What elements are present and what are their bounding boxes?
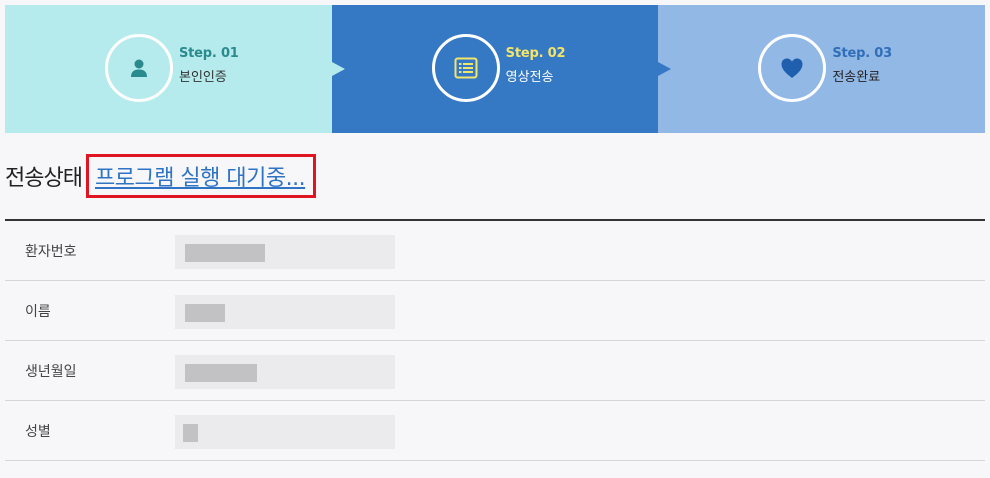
step-circle: [758, 34, 827, 102]
step-arrow: [658, 62, 672, 76]
step-label: 전송완료: [832, 70, 881, 85]
step-transfer-complete: Step. 03 전송완료: [658, 5, 986, 133]
table-row: 생년월일: [5, 341, 985, 401]
step-circle: [105, 34, 173, 102]
step-identity-verification: Step. 01 본인인증: [5, 5, 345, 133]
table-row: 이름: [5, 281, 985, 341]
gender-field: [175, 415, 395, 449]
birthdate-label: 생년월일: [25, 364, 77, 380]
gender-label: 성별: [25, 424, 51, 440]
step-number: Step. 01: [179, 46, 239, 61]
status-value-link[interactable]: 프로그램 실행 대기중...: [95, 160, 306, 192]
table-row: 성별: [5, 401, 985, 461]
step-number: Step. 02: [505, 46, 566, 61]
heart-icon: [781, 58, 803, 78]
list-document-icon: [454, 57, 478, 79]
masked-value: [183, 424, 198, 442]
step-number: Step. 03: [832, 46, 892, 61]
transfer-page: Step. 01 본인인증 Step. 02 영상전송 Step. 03 전송완…: [0, 0, 990, 478]
name-label: 이름: [25, 304, 51, 320]
birthdate-field: [175, 355, 395, 389]
masked-value: [185, 364, 257, 382]
step-arrow: [331, 62, 345, 76]
patient-id-label: 환자번호: [25, 244, 77, 260]
masked-value: [185, 304, 225, 322]
name-field: [175, 295, 395, 329]
step-video-transfer: Step. 02 영상전송: [331, 5, 672, 133]
patient-id-field: [175, 235, 395, 269]
status-highlight-box: 프로그램 실행 대기중...: [85, 154, 317, 198]
status-title: 전송상태: [5, 166, 83, 191]
masked-value: [185, 244, 265, 262]
transfer-status: 전송상태 프로그램 실행 대기중...: [5, 154, 317, 198]
table-row: 환자번호: [5, 221, 985, 281]
step-label: 영상전송: [505, 70, 554, 85]
progress-steps: Step. 01 본인인증 Step. 02 영상전송 Step. 03 전송완…: [5, 5, 986, 133]
step-circle: [431, 34, 500, 102]
person-icon: [131, 59, 147, 77]
patient-info-table: 환자번호 이름 생년월일 성별: [5, 219, 985, 461]
step-label: 본인인증: [179, 70, 227, 85]
